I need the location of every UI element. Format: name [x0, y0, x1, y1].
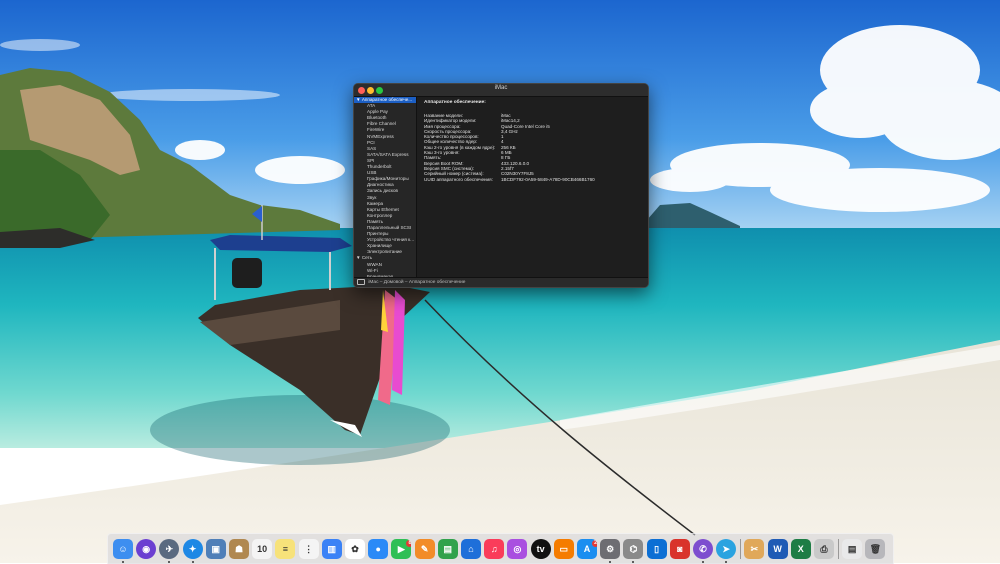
viber-icon[interactable]: ✆	[693, 539, 713, 559]
facetime-icon[interactable]: ▶ 8	[391, 539, 412, 559]
notes-glyph: ≡	[282, 544, 289, 554]
property-key: UUID аппаратного обеспечения:	[424, 176, 493, 182]
appstore-glyph: A	[583, 544, 591, 554]
photo-booth-icon[interactable]: ◙	[669, 539, 690, 559]
messages-icon[interactable]: ●	[368, 539, 389, 559]
window-titlebar[interactable]: iMac	[354, 84, 648, 97]
documents-folder-icon[interactable]: ▤	[842, 539, 863, 559]
system-preferences-icon[interactable]: ⚙	[600, 539, 621, 559]
numbers-icon[interactable]: ▤	[437, 539, 458, 559]
sidebar-category[interactable]: ▼ Аппаратное обеспече...	[354, 97, 416, 104]
keynote-stand-icon[interactable]: ⌂	[461, 539, 481, 559]
siri-icon[interactable]: ◉	[136, 539, 157, 559]
excel-icon[interactable]: X	[790, 539, 811, 559]
trello-icon[interactable]: ▯	[646, 539, 667, 559]
path-text: iMac – Домовой – Аппаратное обеспечение	[368, 280, 466, 285]
documents-folder-glyph: ▤	[847, 543, 857, 554]
trello-glyph: ▯	[654, 543, 660, 554]
finder-glyph: ☺	[118, 544, 128, 554]
trash-glyph: 🗑	[869, 543, 882, 554]
reminders-glyph: ⋮	[304, 543, 314, 554]
system-information-glyph: ⌬	[629, 543, 638, 554]
printer-glyph: ⎙	[820, 543, 828, 554]
pages-glyph: ✎	[420, 543, 429, 554]
keynote-icon[interactable]: ▥	[321, 539, 342, 559]
launchpad-glyph: ✈	[165, 543, 174, 554]
siri-glyph: ◉	[142, 543, 151, 554]
utilities-icon[interactable]: ✂	[744, 539, 765, 559]
reminders-icon[interactable]: ⋮	[298, 539, 319, 559]
pages-icon[interactable]: ✎	[414, 539, 435, 559]
podcasts-glyph: ◎	[513, 543, 522, 554]
computer-icon	[357, 278, 365, 285]
system-information-icon[interactable]: ⌬	[623, 539, 644, 559]
system-preferences-glyph: ⚙	[606, 543, 615, 554]
photo-booth-glyph: ◙	[677, 544, 683, 554]
trash-icon[interactable]: 🗑	[865, 539, 886, 559]
excel-glyph: X	[797, 544, 804, 554]
launchpad-icon[interactable]: ✈	[159, 539, 180, 559]
calendar-glyph: 10	[257, 544, 268, 554]
dock: ☺ ◉ ✈ ✦ ▣ ☗ 10 ≡ ⋮ ▥ ✿ ● ▶ 8 ✎ ▤ ⌂ ♫ ◎ tv ▭ A 2 ⚙ ⌬ ▯ ◙ ✆ ➤ ✂ W X ⎙ ▤ 🗑	[107, 533, 894, 564]
music-glyph: ♫	[490, 544, 498, 554]
facetime-glyph: ▶	[397, 543, 405, 554]
finder-icon[interactable]: ☺	[113, 539, 133, 559]
messages-glyph: ●	[375, 544, 381, 554]
contacts-glyph: ☗	[234, 543, 244, 554]
sidebar[interactable]: ▼ Аппаратное обеспече... ATA Apple Pay Blue…	[354, 97, 417, 278]
word-icon[interactable]: W	[767, 539, 788, 559]
podcasts-icon[interactable]: ◎	[507, 539, 528, 559]
appletv-glyph: tv	[536, 544, 545, 554]
telegram-glyph: ➤	[722, 543, 730, 554]
details-heading: Аппаратное обеспечение:	[424, 100, 486, 105]
dock-separator	[740, 539, 742, 559]
preview-glyph: ▣	[211, 543, 221, 554]
system-information-window[interactable]: iMac ▼ Аппаратное обеспече... ATA Apple Pa…	[353, 83, 649, 288]
utilities-glyph: ✂	[750, 543, 759, 554]
properties-list: Название модели: iMac Идентификатор модели…	[424, 113, 648, 182]
property-row: UUID аппаратного обеспечения: 1BCDF792-0A…	[424, 177, 648, 182]
word-glyph: W	[773, 544, 782, 554]
printer-icon[interactable]: ⎙	[814, 539, 834, 559]
photos-glyph: ✿	[351, 543, 359, 554]
preview-icon[interactable]: ▣	[205, 539, 226, 559]
notification-badge: 8	[406, 540, 412, 547]
appstore-icon[interactable]: A2	[577, 539, 597, 559]
dock-separator	[838, 539, 840, 559]
details-pane: Аппаратное обеспечение: Название модели:…	[417, 97, 648, 280]
notification-badge: 2	[592, 540, 597, 547]
music-icon[interactable]: ♫	[484, 539, 505, 559]
viber-glyph: ✆	[699, 543, 707, 554]
window-title: iMac	[494, 85, 508, 91]
keynote-glyph: ▥	[327, 543, 337, 554]
safari-glyph: ✦	[188, 543, 197, 554]
keynote-stand-glyph: ⌂	[468, 544, 474, 554]
appletv-icon[interactable]: tv	[530, 539, 551, 559]
telegram-icon[interactable]: ➤	[716, 539, 737, 559]
numbers-glyph: ▤	[443, 543, 453, 554]
books-glyph: ▭	[559, 543, 569, 554]
property-value: 1BCDF792-0A59-5849-A78D-90CB466B1760	[501, 176, 595, 182]
books-icon[interactable]: ▭	[553, 539, 574, 559]
safari-icon[interactable]: ✦	[182, 539, 203, 559]
photos-icon[interactable]: ✿	[345, 539, 365, 559]
notes-icon[interactable]: ≡	[275, 539, 296, 559]
path-bar: iMac – Домовой – Аппаратное обеспечение	[354, 277, 648, 287]
contacts-icon[interactable]: ☗	[229, 539, 249, 559]
calendar-icon[interactable]: 10	[252, 539, 273, 559]
